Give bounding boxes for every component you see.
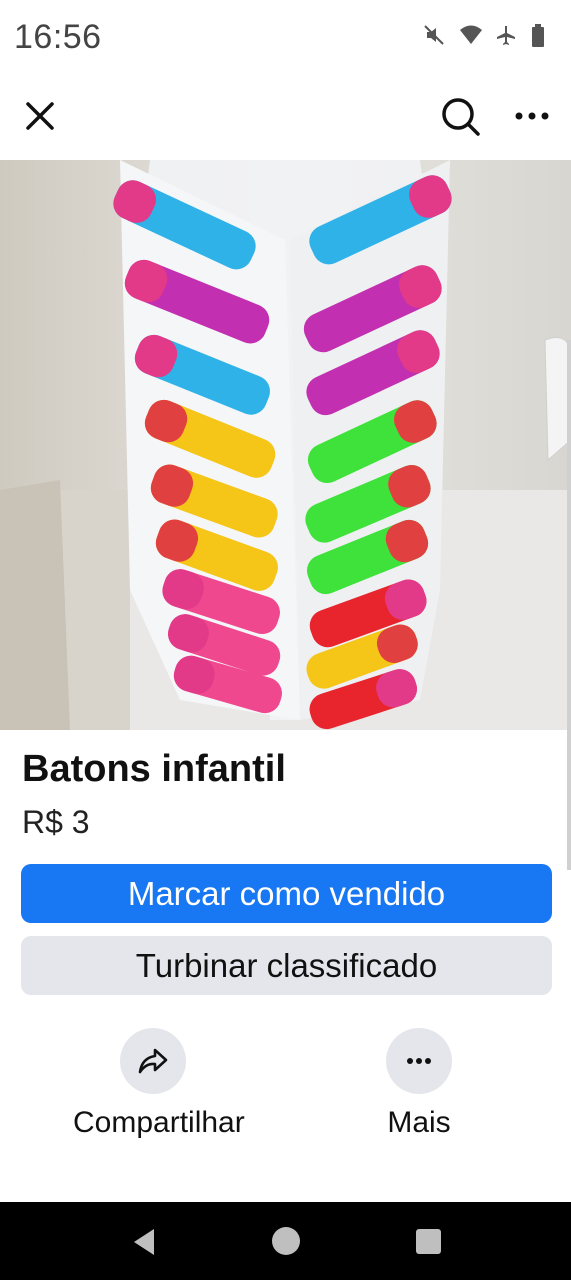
recent-apps-button[interactable] xyxy=(416,1229,441,1254)
system-navigation-bar xyxy=(0,1202,571,1280)
status-time: 16:56 xyxy=(14,18,102,56)
more-label: Mais xyxy=(387,1106,451,1139)
listing-title: Batons infantil xyxy=(22,748,286,790)
boost-listing-button[interactable]: Turbinar classificado xyxy=(21,936,552,995)
share-action[interactable]: Compartilhar xyxy=(73,1028,245,1140)
home-button[interactable] xyxy=(272,1227,300,1255)
more-options-icon xyxy=(515,112,549,120)
status-bar: 16:56 xyxy=(0,0,571,76)
mark-as-sold-button[interactable]: Marcar como vendido xyxy=(21,864,552,923)
more-action[interactable]: Mais xyxy=(339,1028,499,1140)
scrollbar[interactable] xyxy=(567,340,571,870)
search-icon xyxy=(442,98,480,136)
back-icon xyxy=(134,1229,154,1255)
close-icon xyxy=(26,102,54,130)
airplane-mode-icon xyxy=(495,24,517,46)
more-options-button[interactable] xyxy=(510,94,554,138)
listing-price: R$ 3 xyxy=(22,804,90,840)
lipstick-display-image xyxy=(0,160,571,730)
top-bar xyxy=(0,76,571,160)
status-icons xyxy=(423,24,553,47)
share-icon xyxy=(138,1048,168,1074)
more-button[interactable] xyxy=(386,1028,452,1094)
wifi-icon xyxy=(459,24,482,46)
search-button[interactable] xyxy=(438,94,482,138)
share-button[interactable] xyxy=(120,1028,186,1094)
mute-icon xyxy=(423,24,445,46)
close-button[interactable] xyxy=(20,96,60,136)
back-button[interactable] xyxy=(130,1227,158,1262)
listing-photo[interactable] xyxy=(0,160,571,730)
share-label: Compartilhar xyxy=(73,1106,245,1139)
more-icon xyxy=(407,1058,431,1064)
battery-icon xyxy=(531,24,553,47)
